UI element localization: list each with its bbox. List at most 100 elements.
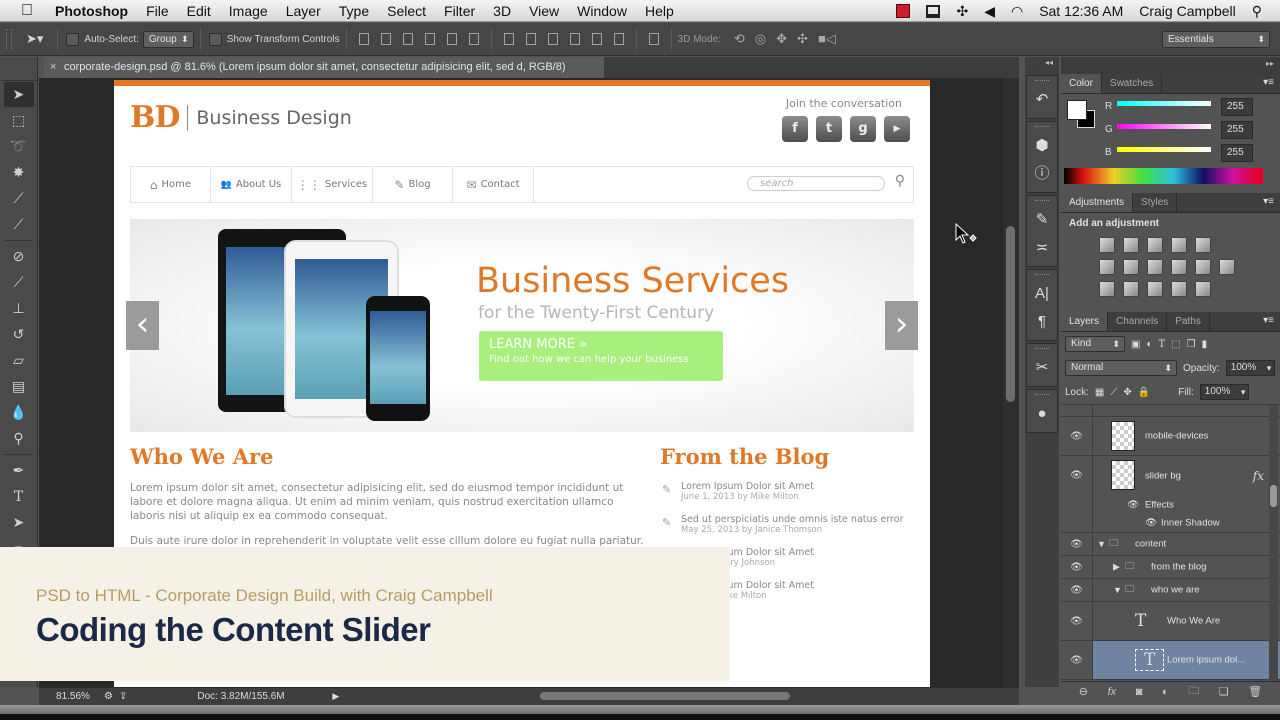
bluetooth-icon[interactable]: ✣ xyxy=(956,3,968,20)
levels-icon[interactable] xyxy=(1123,237,1139,253)
panel-menu-icon[interactable]: ▾≡ xyxy=(1263,77,1274,88)
tool-presets-icon[interactable]: ✂ xyxy=(1027,354,1057,382)
blue-value-input[interactable]: 255 xyxy=(1221,144,1253,162)
lock-transparent-icon[interactable]: ▦ xyxy=(1095,387,1104,398)
eye-icon[interactable]: 👁 xyxy=(1061,641,1093,679)
show-transform-controls-checkbox[interactable] xyxy=(208,32,222,46)
add-mask-icon[interactable]: ◙ xyxy=(1136,686,1143,698)
path-selection-tool-icon[interactable]: ➤ xyxy=(4,510,34,535)
foreground-color-swatch[interactable] xyxy=(1067,100,1087,120)
brush-panel-icon[interactable]: ≍ xyxy=(1027,234,1057,262)
layer-name[interactable]: Lorem ipsum dol... xyxy=(1167,655,1245,666)
distribute-left-icon[interactable] xyxy=(569,33,580,45)
dock-grip[interactable] xyxy=(1035,200,1049,204)
panel-menu-icon[interactable]: ▾≡ xyxy=(1263,196,1274,207)
distribute-vcenter-icon[interactable] xyxy=(525,33,536,45)
layer-name[interactable]: slider bg xyxy=(1145,470,1181,481)
eye-icon[interactable]: 👁 xyxy=(1061,579,1093,601)
dock-grip[interactable] xyxy=(1035,274,1049,278)
exposure-icon[interactable] xyxy=(1171,237,1187,253)
crop-tool-icon[interactable]: ⟋ xyxy=(4,186,34,211)
align-vcenter-icon[interactable] xyxy=(380,33,391,45)
healing-brush-tool-icon[interactable]: ⊘ xyxy=(4,244,34,269)
eye-icon[interactable]: 👁 xyxy=(1061,533,1093,555)
lock-all-icon[interactable]: 🔒 xyxy=(1138,387,1150,398)
paragraph-panel-icon[interactable]: ¶ xyxy=(1027,308,1057,336)
panel-menu-icon[interactable]: ▾≡ xyxy=(1263,315,1274,326)
type-tool-icon[interactable]: T xyxy=(4,484,34,509)
eye-icon[interactable]: 👁 xyxy=(1061,556,1093,578)
red-slider[interactable] xyxy=(1117,101,1211,106)
eye-icon[interactable]: 👁 xyxy=(1061,602,1093,640)
layer-name[interactable]: mobile-devices xyxy=(1145,431,1208,442)
filter-smart-object-icon[interactable]: ❐ xyxy=(1187,339,1196,350)
canvas-vertical-scrollbar[interactable] xyxy=(1003,78,1019,687)
layer-row-selected[interactable]: 👁 T Lorem ipsum dol... xyxy=(1061,641,1280,680)
layer-row[interactable]: 👁 mobile-devices xyxy=(1061,417,1280,456)
layer-group-row[interactable]: 👁 ▼ 🗀 who we are xyxy=(1061,579,1280,602)
canvas-horizontal-scrollbar[interactable] xyxy=(540,692,790,700)
3d-roll-icon[interactable]: ◎ xyxy=(755,31,766,47)
opacity-input[interactable]: 100% xyxy=(1225,360,1276,376)
brightness-contrast-icon[interactable] xyxy=(1099,237,1115,253)
align-right-icon[interactable] xyxy=(468,33,479,45)
gradient-map-icon[interactable] xyxy=(1195,281,1211,297)
spotlight-search-icon[interactable]: ⚲ xyxy=(1252,3,1262,20)
menu-view[interactable]: View xyxy=(520,0,568,22)
menu-help[interactable]: Help xyxy=(636,0,683,22)
guide-guide-icon[interactable]: ● xyxy=(1027,400,1057,428)
dock-grip[interactable] xyxy=(1035,394,1049,398)
tab-swatches[interactable]: Swatches xyxy=(1102,74,1163,93)
filter-pixel-icon[interactable]: ▣ xyxy=(1131,339,1140,350)
options-bar-grip[interactable] xyxy=(6,29,12,49)
clock[interactable]: Sat 12:36 AM xyxy=(1039,3,1123,19)
blur-tool-icon[interactable]: 💧 xyxy=(4,400,34,425)
menu-select[interactable]: Select xyxy=(378,0,435,22)
photo-filter-icon[interactable] xyxy=(1171,259,1187,275)
layer-name[interactable]: who we are xyxy=(1151,585,1200,596)
marquee-tool-icon[interactable]: ⬚ xyxy=(4,108,34,133)
tab-channels[interactable]: Channels xyxy=(1108,312,1168,331)
menu-file[interactable]: File xyxy=(137,0,178,22)
menu-app-name[interactable]: Photoshop xyxy=(46,0,137,22)
new-adjustment-layer-icon[interactable]: ◐ xyxy=(1162,686,1169,698)
layer-name[interactable]: Who We Are xyxy=(1167,616,1220,627)
color-lookup-icon[interactable] xyxy=(1219,259,1235,275)
gradient-tool-icon[interactable]: ▤ xyxy=(4,374,34,399)
invert-icon[interactable] xyxy=(1099,281,1115,297)
clone-stamp-tool-icon[interactable]: ⊥ xyxy=(4,296,34,321)
user-name[interactable]: Craig Campbell xyxy=(1139,3,1235,19)
tab-paths[interactable]: Paths xyxy=(1167,312,1210,331)
3d-panel-icon[interactable]: ⬢ xyxy=(1027,132,1057,160)
dock-grip[interactable] xyxy=(1035,80,1049,84)
move-tool-preset-icon[interactable]: ➤▾ xyxy=(26,31,43,47)
new-group-icon[interactable]: 🗀 xyxy=(1188,682,1199,701)
dodge-tool-icon[interactable]: ⚲ xyxy=(4,426,34,451)
effects-row[interactable]: 👁 Effects xyxy=(1061,495,1280,514)
collapse-triangle-icon[interactable]: ▶ xyxy=(1113,562,1120,573)
align-left-icon[interactable] xyxy=(424,33,435,45)
distribute-top-icon[interactable] xyxy=(503,33,514,45)
eyedropper-tool-icon[interactable]: ⟋ xyxy=(4,212,34,237)
brush-presets-icon[interactable]: ✎ xyxy=(1027,206,1057,234)
auto-select-checkbox[interactable] xyxy=(66,32,80,46)
fill-input[interactable]: 100% xyxy=(1199,384,1250,400)
blue-slider[interactable] xyxy=(1117,147,1211,152)
3d-rotate-icon[interactable]: ⟲ xyxy=(734,31,745,47)
layer-kind-filter[interactable]: Kind xyxy=(1065,336,1125,352)
color-balance-icon[interactable] xyxy=(1123,259,1139,275)
expand-panels-icon[interactable]: ▸▸ xyxy=(1061,57,1280,74)
filter-type-icon[interactable]: T xyxy=(1159,339,1166,350)
add-style-icon[interactable]: fx xyxy=(1108,686,1117,698)
blend-mode-dropdown[interactable]: Normal xyxy=(1065,360,1177,376)
channel-mixer-icon[interactable] xyxy=(1195,259,1211,275)
eraser-tool-icon[interactable]: ▱ xyxy=(4,348,34,373)
menu-type[interactable]: Type xyxy=(330,0,378,22)
tab-color[interactable]: Color xyxy=(1061,74,1102,93)
effect-row[interactable]: 👁 Inner Shadow xyxy=(1061,514,1280,533)
lock-position-icon[interactable]: ✥ xyxy=(1123,387,1131,398)
red-value-input[interactable]: 255 xyxy=(1221,98,1253,116)
layer-group-row[interactable]: 👁 ▶ 🗀 from the blog xyxy=(1061,556,1280,579)
3d-slide-icon[interactable]: ✣ xyxy=(797,31,808,47)
menu-layer[interactable]: Layer xyxy=(277,0,330,22)
